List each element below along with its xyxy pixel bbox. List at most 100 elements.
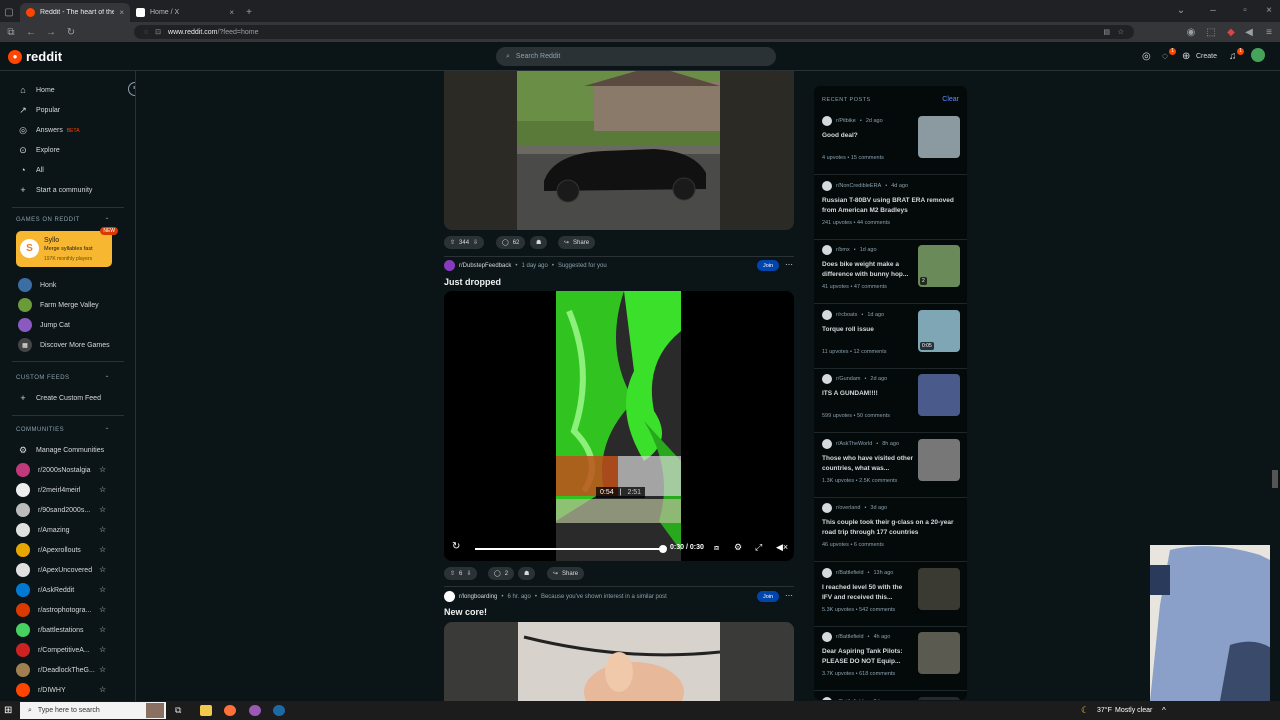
- recent-post-item[interactable]: r/Battlefield • 13h ago I reached level 50 …: [814, 562, 967, 627]
- vote-button[interactable]: ⇧ 6 ⇩: [444, 567, 478, 580]
- recent-post-thumbnail[interactable]: [918, 438, 960, 481]
- recent-post-thumbnail[interactable]: [918, 116, 960, 158]
- close-window-icon[interactable]: ×: [1264, 5, 1274, 16]
- recent-post-thumbnail[interactable]: [918, 632, 960, 674]
- sidebar-item-start-community[interactable]: + Start a community: [18, 185, 92, 195]
- sidebar-community-item[interactable]: r/AskReddit: [16, 583, 74, 597]
- sidebar-community-item[interactable]: r/2meirl4meirl: [16, 483, 80, 497]
- sidebar-community-item[interactable]: r/Amazing: [16, 523, 70, 537]
- recent-post-item[interactable]: r/Pitbike • 2d ago Good deal? 4 upvotes • 15…: [814, 110, 967, 175]
- windows-start-icon[interactable]: ⊞: [4, 705, 12, 716]
- favorite-star-icon[interactable]: ☆: [99, 585, 106, 594]
- recent-post-thumbnail[interactable]: [918, 696, 960, 700]
- user-avatar[interactable]: [1251, 48, 1265, 62]
- recent-post-title[interactable]: Good deal?: [822, 131, 914, 141]
- captions-icon[interactable]: ⧈: [714, 543, 719, 553]
- communities-section-header[interactable]: COMMUNITIES ⌃: [16, 427, 110, 434]
- url-bar[interactable]: ◌ ⊡ www.reddit.com/?feed=home ▤ ☆: [134, 25, 1134, 39]
- recent-post-item[interactable]: r/overland • 3d ago This couple took their …: [814, 497, 967, 562]
- comments-button[interactable]: ◯ 62: [496, 236, 526, 249]
- create-icon[interactable]: ⊕: [1182, 51, 1190, 62]
- favorite-star-icon[interactable]: ☆: [99, 645, 106, 654]
- join-button[interactable]: Join: [757, 591, 779, 602]
- advertise-icon[interactable]: ◎: [1142, 51, 1151, 62]
- subreddit-avatar[interactable]: [444, 591, 455, 602]
- post-title[interactable]: Just dropped: [444, 277, 501, 287]
- recent-post-item[interactable]: r/Battlefield • 4h ago Dear Aspiring Tank P…: [814, 626, 967, 691]
- sidebar-item-all[interactable]: ◔ All: [18, 165, 44, 175]
- favorite-star-icon[interactable]: ☆: [99, 565, 106, 574]
- award-button[interactable]: ☗: [530, 236, 548, 249]
- favorite-star-icon[interactable]: ☆: [99, 545, 106, 554]
- favorite-star-icon[interactable]: ☆: [99, 605, 106, 614]
- award-button[interactable]: ☗: [518, 567, 536, 580]
- steam-icon[interactable]: [273, 705, 285, 716]
- recent-post-item[interactable]: r/bmx • 1d ago Does bike weight make a diff…: [814, 239, 967, 304]
- scrollbar-thumb[interactable]: [1272, 470, 1278, 488]
- reader-view-icon[interactable]: ▤: [1103, 28, 1110, 36]
- clear-recent-button[interactable]: Clear: [942, 96, 959, 103]
- recent-post-title[interactable]: Dear Aspiring Tank Pilots: PLEASE DO NOT…: [822, 647, 914, 667]
- recent-post-title[interactable]: This couple took their g-class on a 20-y…: [822, 518, 960, 538]
- task-view-icon[interactable]: ⧉: [175, 705, 181, 716]
- vote-button[interactable]: ⇧ 344 ⇩: [444, 236, 485, 249]
- video-progress-handle[interactable]: [659, 545, 667, 553]
- sidebar-community-item[interactable]: r/Apexrollouts: [16, 543, 81, 557]
- recent-post-title[interactable]: Does bike weight make a difference with …: [822, 260, 914, 280]
- recent-post-item[interactable]: r/NonCredibleERA • 4d ago Russian T-80BV us…: [814, 175, 967, 240]
- new-tab-icon[interactable]: +: [244, 7, 254, 18]
- sidebar-game-jump-cat[interactable]: Jump Cat: [18, 318, 70, 332]
- upvote-icon[interactable]: ⇧: [450, 239, 455, 246]
- share-button[interactable]: ↪ Share: [547, 567, 585, 580]
- back-icon[interactable]: ←: [26, 27, 36, 38]
- sidebar-community-item[interactable]: r/DeadlockTheG...: [16, 663, 95, 677]
- sidebar-item-explore[interactable]: ⊙ Explore: [18, 145, 60, 156]
- syllo-game-card[interactable]: S Syllo Merge syllables fast 197K monthl…: [16, 227, 118, 267]
- forward-icon[interactable]: →: [46, 27, 56, 38]
- recent-post-thumbnail[interactable]: [918, 567, 960, 610]
- sidebar-item-answers[interactable]: ◎ Answers BETA: [18, 125, 79, 136]
- maximize-icon[interactable]: ▫: [1240, 5, 1250, 16]
- sidebar-community-item[interactable]: r/astrophotogra...: [16, 603, 91, 617]
- fullscreen-icon[interactable]: ⤢: [755, 542, 762, 553]
- recent-post-item[interactable]: r/AskTheWorld • 8h ago Those who have visit…: [814, 433, 967, 498]
- recent-post-title[interactable]: Those who have visited other countries, …: [822, 454, 914, 474]
- create-button[interactable]: Create: [1196, 53, 1217, 60]
- reddit-logo[interactable]: ● reddit: [8, 49, 62, 64]
- favorite-star-icon[interactable]: ☆: [99, 665, 106, 674]
- sidebar-community-item[interactable]: r/2000sNostalgia: [16, 463, 91, 477]
- search-input[interactable]: ⌕ Search Reddit: [496, 47, 776, 66]
- weather-temp[interactable]: 37°F: [1097, 707, 1112, 714]
- favorite-star-icon[interactable]: ☆: [99, 525, 106, 534]
- recent-post-title[interactable]: ITS A GUNDAM!!!!: [822, 389, 914, 399]
- recent-post-title[interactable]: Russian T-80BV using BRAT ERA removed fr…: [822, 196, 960, 216]
- sidebar-game-farm-merge-valley[interactable]: Farm Merge Valley: [18, 298, 99, 312]
- comments-button[interactable]: ◯ 2: [488, 567, 515, 580]
- recent-post-thumbnail[interactable]: 0:05: [918, 309, 960, 352]
- recent-post-title[interactable]: Torque roll issue: [822, 325, 914, 335]
- tab-menu-icon[interactable]: ▢: [4, 7, 14, 18]
- favorite-star-icon[interactable]: ☆: [99, 625, 106, 634]
- notification-bell-icon[interactable]: ♫: [1229, 51, 1237, 62]
- close-tab-icon[interactable]: ×: [229, 8, 234, 17]
- custom-feeds-section-header[interactable]: CUSTOM FEEDS ⌃: [16, 375, 110, 382]
- collapse-sidebar-button[interactable]: ≡: [128, 82, 135, 96]
- upvote-icon[interactable]: ⇧: [450, 570, 455, 577]
- reload-icon[interactable]: ↻: [66, 27, 76, 38]
- favorite-star-icon[interactable]: ☆: [99, 465, 106, 474]
- extension-icon[interactable]: ◆: [1226, 27, 1236, 38]
- sidebar-community-item[interactable]: r/battlestations: [16, 623, 84, 637]
- video-progress-bar[interactable]: [475, 545, 667, 553]
- firefox-icon[interactable]: [224, 705, 236, 716]
- settings-gear-icon[interactable]: ⚙: [734, 542, 742, 553]
- favorite-star-icon[interactable]: ☆: [99, 685, 106, 694]
- file-explorer-icon[interactable]: [200, 705, 212, 716]
- extension-icon[interactable]: ⬚: [1206, 27, 1216, 38]
- more-options-icon[interactable]: ⋯: [785, 591, 793, 600]
- recent-post-item[interactable]: r/Battlefield•2d ago: [814, 691, 967, 700]
- close-tab-icon[interactable]: ×: [119, 8, 124, 17]
- tab-list-icon[interactable]: ⌄: [1176, 5, 1186, 16]
- join-button[interactable]: Join: [757, 260, 779, 271]
- post-image-longboard[interactable]: [444, 622, 794, 701]
- mute-icon[interactable]: ◀×: [776, 542, 788, 553]
